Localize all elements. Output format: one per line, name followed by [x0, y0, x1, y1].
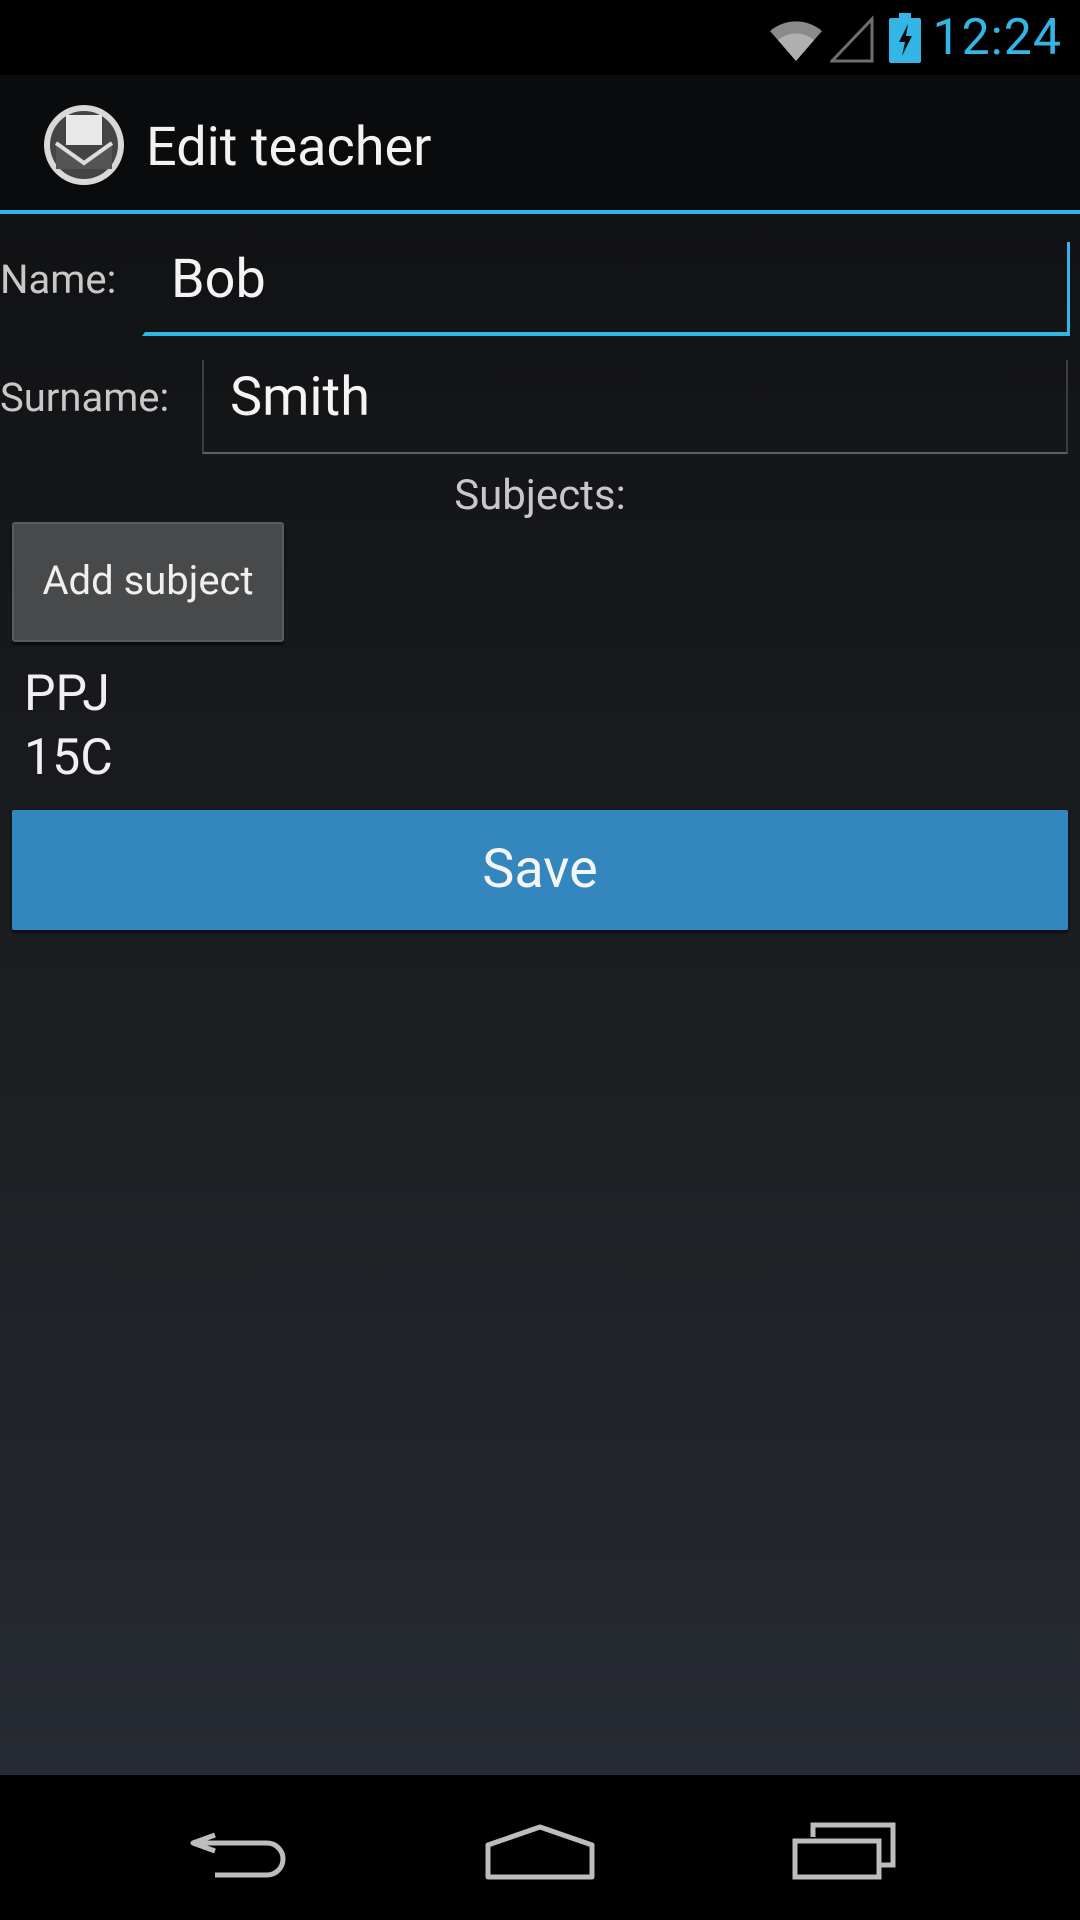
home-icon[interactable]	[470, 1811, 610, 1891]
subject-item[interactable]: PPJ	[24, 662, 110, 726]
status-clock: 12:24	[932, 8, 1062, 67]
surname-input[interactable]: Smith	[202, 360, 1068, 454]
surname-label: Surname:	[0, 374, 170, 421]
wifi-icon	[766, 13, 826, 63]
name-label: Name:	[0, 256, 117, 303]
action-bar: Edit teacher	[0, 75, 1080, 214]
status-bar: 12:24	[0, 0, 1080, 75]
subject-item[interactable]: 15C	[24, 726, 113, 790]
save-button[interactable]: Save	[12, 810, 1068, 930]
status-icons: 12:24	[766, 0, 1062, 75]
page-title: Edit teacher	[146, 116, 432, 179]
recents-icon[interactable]	[774, 1811, 914, 1891]
add-subject-button[interactable]: Add subject	[12, 522, 284, 642]
back-icon[interactable]	[170, 1811, 310, 1891]
name-input[interactable]: Bob	[142, 242, 1070, 336]
app-logo-icon[interactable]	[42, 103, 126, 187]
navigation-bar	[0, 1775, 1080, 1920]
battery-charging-icon	[888, 12, 922, 64]
edit-teacher-form: Name: Bob Surname: Smith Subjects: Add s…	[0, 214, 1080, 1775]
cell-signal-icon	[830, 13, 874, 63]
